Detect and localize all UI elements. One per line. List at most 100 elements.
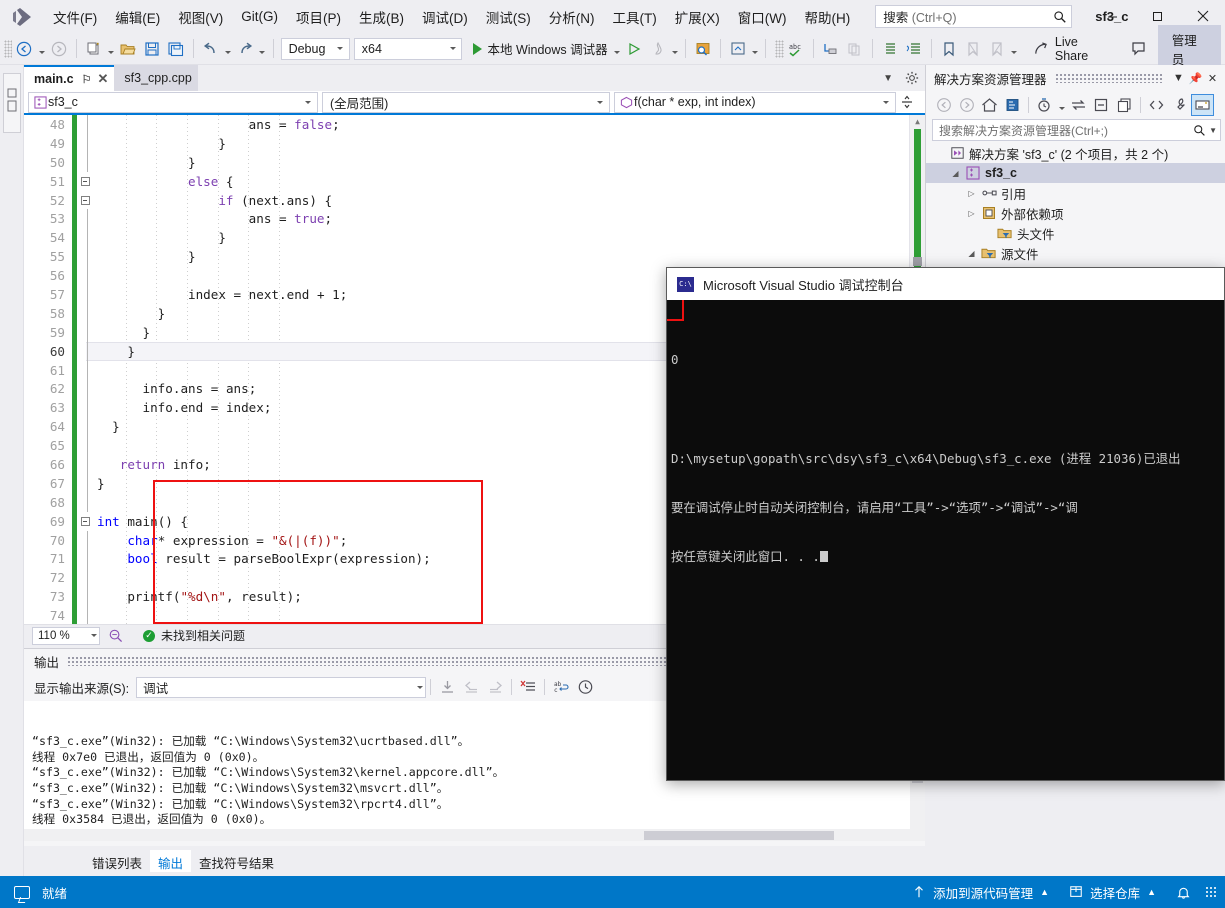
minimize-button[interactable] [1090, 0, 1135, 32]
add-to-source-control-button[interactable]: 添加到源代码管理 ▲ [902, 876, 1059, 908]
spellcheck-icon[interactable]: abc [785, 37, 807, 61]
switch-views-icon[interactable] [1001, 94, 1024, 116]
toggle-bookmark-icon[interactable] [938, 37, 960, 61]
resize-grip[interactable] [1205, 886, 1217, 898]
window-layout-dropdown[interactable] [750, 37, 760, 61]
toolbar-grip-2[interactable] [775, 39, 784, 58]
global-search-input[interactable]: 搜索 (Ctrl+Q) [875, 5, 1073, 28]
gear-icon[interactable] [905, 71, 919, 85]
select-repository-button[interactable]: 选择仓库 ▲ [1059, 876, 1166, 908]
split-view-handle[interactable] [898, 94, 916, 110]
output-source-combo[interactable]: 调试 [136, 676, 427, 698]
pin-icon[interactable]: 📌 [1187, 72, 1204, 85]
redo-dropdown[interactable] [257, 37, 267, 61]
live-share-button[interactable]: Live Share [1027, 35, 1117, 63]
fold-toggle-icon[interactable] [77, 176, 93, 186]
back-icon[interactable] [932, 94, 955, 116]
scrollbar-thumb[interactable] [913, 257, 922, 266]
toolbar-grip[interactable] [4, 39, 13, 58]
menu-item-analyze[interactable]: 分析(N) [540, 2, 604, 32]
home-icon[interactable] [978, 94, 1001, 116]
show-timestamps-icon[interactable] [573, 676, 597, 698]
new-project-icon[interactable] [83, 37, 105, 61]
output-horizontal-scrollbar[interactable] [24, 829, 910, 841]
next-bookmark-icon[interactable] [986, 37, 1008, 61]
redo-icon[interactable] [234, 37, 256, 61]
properties-icon[interactable] [1168, 94, 1191, 116]
previous-bookmark-icon[interactable] [962, 37, 984, 61]
undo-icon[interactable] [200, 37, 222, 61]
increase-indent-icon[interactable] [903, 37, 925, 61]
chevron-down-icon[interactable]: ▼ [883, 73, 893, 84]
tab-find-symbol-results[interactable]: 查找符号结果 [191, 850, 282, 872]
start-debugging-button[interactable]: 本地 Windows 调试器 [470, 37, 611, 61]
menu-item-edit[interactable]: 编辑(E) [106, 2, 169, 32]
code-line[interactable]: 54 } [24, 228, 925, 248]
pending-changes-dropdown[interactable] [1056, 94, 1067, 116]
solution-tree-item[interactable]: 头文件 [926, 223, 1225, 243]
menu-item-test[interactable]: 测试(S) [477, 2, 540, 32]
expander-icon[interactable]: ▷ [964, 209, 979, 218]
hot-reload-icon[interactable] [647, 37, 669, 61]
show-all-files-icon[interactable] [1113, 94, 1136, 116]
hot-reload-dropdown[interactable] [670, 37, 680, 61]
view-code-icon[interactable] [1145, 94, 1168, 116]
menu-item-git[interactable]: Git(G) [232, 4, 287, 29]
preview-selected-items-icon[interactable] [1191, 93, 1214, 116]
feedback-icon[interactable] [1129, 37, 1151, 61]
tab-error-list[interactable]: 错误列表 [84, 850, 150, 872]
toggle-word-wrap-icon[interactable]: ab c [549, 676, 573, 698]
find-message-icon[interactable] [435, 676, 459, 698]
comment-selection-icon[interactable] [820, 37, 842, 61]
uncomment-selection-icon[interactable] [844, 37, 866, 61]
menu-item-tools[interactable]: 工具(T) [604, 2, 666, 32]
expander-icon[interactable]: ◢ [964, 249, 979, 258]
new-project-dropdown[interactable] [106, 37, 116, 61]
forward-icon[interactable] [955, 94, 978, 116]
menu-item-file[interactable]: 文件(F) [44, 2, 106, 32]
start-without-debugging-icon[interactable] [623, 37, 645, 61]
scroll-up-arrow-icon[interactable]: ▲ [910, 117, 925, 126]
tab-output[interactable]: 输出 [150, 850, 192, 872]
panel-dropdown-icon[interactable]: ▼ [1170, 72, 1187, 84]
solution-tree-item[interactable]: ▷ 外部依赖项 [926, 203, 1225, 223]
menu-item-help[interactable]: 帮助(H) [795, 2, 859, 32]
code-line[interactable]: 53 ans = true; [24, 209, 925, 229]
close-icon[interactable]: ✕ [1204, 72, 1221, 85]
editor-tab-sf3-cpp[interactable]: sf3_cpp.cpp [114, 65, 198, 91]
solution-tree-item[interactable]: ▷ 引用 [926, 183, 1225, 203]
menu-item-build[interactable]: 生成(B) [350, 2, 413, 32]
solution-tree-item[interactable]: ◢ 源文件 [926, 243, 1225, 263]
save-all-icon[interactable] [165, 37, 187, 61]
window-layout-icon[interactable] [727, 37, 749, 61]
menu-item-view[interactable]: 视图(V) [169, 2, 232, 32]
code-line[interactable]: 50 } [24, 152, 925, 172]
code-line[interactable]: 51 else { [24, 171, 925, 191]
expander-icon[interactable]: ▷ [964, 189, 979, 198]
search-solution-icon[interactable] [692, 37, 714, 61]
go-to-previous-message-icon[interactable] [459, 676, 483, 698]
go-to-next-message-icon[interactable] [483, 676, 507, 698]
solution-tree-item[interactable]: 解决方案 'sf3_c' (2 个项目，共 2 个) [926, 143, 1225, 163]
search-options-dropdown-icon[interactable]: ▼ [1209, 126, 1217, 135]
decrease-indent-icon[interactable] [879, 37, 901, 61]
project-selector-combo[interactable]: sf3_c [28, 91, 318, 113]
navigate-backward-dropdown[interactable] [36, 37, 46, 61]
save-file-icon[interactable] [141, 37, 163, 61]
intellisense-icon[interactable] [108, 628, 123, 643]
code-line[interactable]: 48 ans = false; [24, 115, 925, 134]
left-docked-tool-window-tab[interactable] [3, 73, 21, 133]
menu-item-window[interactable]: 窗口(W) [729, 2, 796, 32]
debug-console-window[interactable]: C:\ Microsoft Visual Studio 调试控制台 0 D:\m… [666, 267, 1225, 781]
member-selector-combo[interactable]: f(char * exp, int index) [614, 91, 896, 113]
fold-toggle-icon[interactable] [77, 195, 93, 205]
collapse-all-icon[interactable] [1090, 94, 1113, 116]
menu-item-debug[interactable]: 调试(D) [413, 2, 477, 32]
editor-tab-main-c[interactable]: main.c ⚐ ✕ [24, 65, 115, 91]
scope-selector-combo[interactable]: (全局范围) [322, 91, 610, 113]
sync-with-active-document-icon[interactable] [1067, 94, 1090, 116]
solution-explorer-search-input[interactable]: 搜索解决方案资源管理器(Ctrl+;) ▼ [932, 119, 1221, 141]
notifications-button[interactable] [1166, 876, 1201, 908]
solution-configuration-combo[interactable]: Debug [280, 37, 350, 60]
fold-toggle-icon[interactable] [77, 516, 93, 526]
